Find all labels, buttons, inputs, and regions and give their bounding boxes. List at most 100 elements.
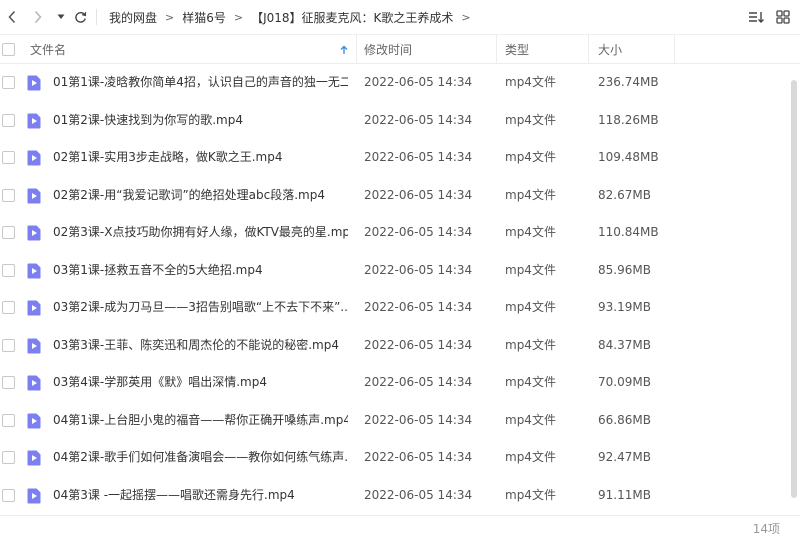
file-modified-time: 2022-06-05 14:34: [364, 112, 473, 127]
file-name[interactable]: 01第2课-快速找到为你写的歌.mp4: [53, 102, 348, 140]
sort-button[interactable]: [746, 7, 766, 27]
row-checkbox[interactable]: [2, 488, 15, 502]
file-modified-time: 2022-06-05 14:34: [364, 337, 473, 352]
breadcrumb: 我的网盘 > 样猫6号 > 【J018】征服麦克风：K歌之王养成术 >: [109, 0, 479, 34]
sort-ascending-indicator[interactable]: [340, 35, 348, 64]
file-row[interactable]: 03第1课-拯救五音不全的5大绝招.mp4 2022-06-05 14:34 mp4…: [0, 252, 790, 290]
row-checkbox[interactable]: [2, 301, 15, 314]
file-type: mp4文件: [505, 112, 556, 127]
row-checkbox[interactable]: [2, 113, 15, 127]
file-name[interactable]: 02第1课-实用3步走战略，做K歌之王.mp4: [53, 139, 348, 177]
column-divider[interactable]: [588, 35, 589, 64]
file-size: 91.11MB: [598, 487, 651, 502]
breadcrumb-item-current[interactable]: 【J018】征服麦克风：K歌之王养成术: [251, 9, 453, 26]
refresh-button[interactable]: [72, 7, 88, 27]
file-type: mp4文件: [505, 412, 556, 427]
file-type: mp4文件: [505, 262, 556, 277]
caret-down-icon: [57, 14, 65, 19]
file-row[interactable]: 04第2课-歌手们如何准备演唱会——教你如何练气练声.... 2022-06-05…: [0, 439, 790, 477]
file-size: 85.96MB: [598, 262, 651, 277]
video-file-icon: [27, 375, 41, 391]
file-type: mp4文件: [505, 487, 556, 502]
file-modified-time: 2022-06-05 14:34: [364, 450, 473, 464]
file-type: mp4文件: [505, 75, 556, 89]
row-checkbox[interactable]: [2, 188, 15, 202]
history-dropdown-button[interactable]: [55, 7, 67, 27]
column-divider[interactable]: [356, 35, 357, 64]
file-modified-time: 2022-06-05 14:34: [364, 412, 473, 427]
file-size: 82.67MB: [598, 187, 651, 202]
file-row[interactable]: 03第2课-成为刀马旦——3招告别唱歌“上不去下不来”.... 2022-06-0…: [0, 289, 790, 327]
file-row[interactable]: 04第1课-上台胆小鬼的福音——帮你正确开嗓练声.mp4 2022-06-05 1…: [0, 402, 790, 440]
file-row[interactable]: 01第1课-凌晗教你简单4招，认识自己的声音的独一无二... 2022-06-05…: [0, 64, 790, 102]
file-row[interactable]: 01第2课-快速找到为你写的歌.mp4 2022-06-05 14:34 mp4文件…: [0, 102, 790, 140]
sort-list-icon: [748, 12, 764, 23]
row-checkbox[interactable]: [2, 413, 15, 427]
file-modified-time: 2022-06-05 14:34: [364, 187, 473, 202]
file-row[interactable]: 02第3课-X点技巧助你拥有好人缘，做KTV最亮的星.mp4 2022-06-05…: [0, 214, 790, 252]
breadcrumb-item-root[interactable]: 我的网盘: [109, 9, 157, 26]
select-all-checkbox-cell: [2, 35, 15, 64]
refresh-icon: [74, 11, 86, 23]
file-name[interactable]: 03第1课-拯救五音不全的5大绝招.mp4: [53, 252, 348, 290]
column-header-time[interactable]: 修改时间: [364, 35, 412, 64]
video-file-icon: [27, 225, 41, 241]
row-checkbox[interactable]: [2, 151, 15, 164]
file-size: 118.26MB: [598, 112, 659, 127]
file-name[interactable]: 04第1课-上台胆小鬼的福音——帮你正确开嗓练声.mp4: [53, 402, 348, 440]
vertical-scrollbar[interactable]: [791, 80, 797, 498]
row-checkbox[interactable]: [2, 451, 15, 464]
file-name[interactable]: 03第4课-学那英用《默》唱出深情.mp4: [53, 364, 348, 402]
back-button[interactable]: [4, 7, 20, 27]
file-row[interactable]: 02第1课-实用3步走战略，做K歌之王.mp4 2022-06-05 14:34 m…: [0, 139, 790, 177]
footer-divider: [0, 515, 800, 516]
file-row[interactable]: 04第3课 -一起摇摆——唱歌还需身先行.mp4 2022-06-05 14:34…: [0, 477, 790, 515]
row-checkbox[interactable]: [2, 76, 15, 89]
file-name[interactable]: 02第3课-X点技巧助你拥有好人缘，做KTV最亮的星.mp4: [53, 214, 348, 252]
file-type: mp4文件: [505, 300, 556, 314]
row-checkbox[interactable]: [2, 226, 15, 239]
video-file-icon: [27, 450, 41, 466]
breadcrumb-separator: >: [165, 10, 175, 24]
file-row[interactable]: 03第3课-王菲、陈奕迅和周杰伦的不能说的秘密.mp4 2022-06-05 14…: [0, 327, 790, 365]
grid-view-icon: [776, 10, 790, 24]
column-header-size[interactable]: 大小: [598, 35, 622, 64]
item-count: 14项: [752, 522, 780, 536]
video-file-icon: [27, 413, 41, 428]
file-row[interactable]: 03第4课-学那英用《默》唱出深情.mp4 2022-06-05 14:34 mp4…: [0, 364, 790, 402]
column-divider[interactable]: [496, 35, 497, 64]
video-file-icon: [27, 150, 41, 166]
file-size: 92.47MB: [598, 450, 651, 464]
file-size: 110.84MB: [598, 225, 659, 239]
video-file-icon: [27, 75, 41, 91]
file-modified-time: 2022-06-05 14:34: [364, 487, 473, 502]
column-divider[interactable]: [674, 35, 675, 64]
forward-button[interactable]: [30, 7, 46, 27]
video-file-icon: [27, 300, 41, 316]
column-header-type[interactable]: 类型: [505, 35, 529, 64]
row-checkbox[interactable]: [2, 338, 15, 352]
file-type: mp4文件: [505, 450, 556, 464]
column-header-name[interactable]: 文件名: [30, 35, 66, 64]
breadcrumb-separator: >: [461, 10, 471, 24]
grid-view-button[interactable]: [774, 7, 792, 27]
file-name[interactable]: 03第3课-王菲、陈奕迅和周杰伦的不能说的秘密.mp4: [53, 327, 348, 365]
file-name[interactable]: 04第3课 -一起摇摆——唱歌还需身先行.mp4: [53, 477, 348, 515]
row-checkbox[interactable]: [2, 263, 15, 277]
row-checkbox[interactable]: [2, 376, 15, 389]
file-type: mp4文件: [505, 150, 556, 164]
file-size: 109.48MB: [598, 150, 659, 164]
video-file-icon: [27, 188, 41, 203]
file-name[interactable]: 03第2课-成为刀马旦——3招告别唱歌“上不去下不来”....: [53, 289, 348, 327]
file-modified-time: 2022-06-05 14:34: [364, 75, 473, 89]
toolbar-divider: [96, 9, 97, 25]
video-file-icon: [27, 263, 41, 278]
file-modified-time: 2022-06-05 14:34: [364, 225, 473, 239]
select-all-checkbox[interactable]: [2, 43, 15, 56]
file-list-header: 文件名 修改时间 类型 大小: [0, 34, 800, 64]
file-row[interactable]: 02第2课-用“我爱记歌词”的绝招处理abc段落.mp4 2022-06-05 1…: [0, 177, 790, 215]
file-name[interactable]: 04第2课-歌手们如何准备演唱会——教你如何练气练声....: [53, 439, 348, 477]
breadcrumb-item-folder[interactable]: 样猫6号: [182, 9, 226, 26]
file-name[interactable]: 02第2课-用“我爱记歌词”的绝招处理abc段落.mp4: [53, 177, 348, 215]
file-name[interactable]: 01第1课-凌晗教你简单4招，认识自己的声音的独一无二...: [53, 64, 348, 102]
